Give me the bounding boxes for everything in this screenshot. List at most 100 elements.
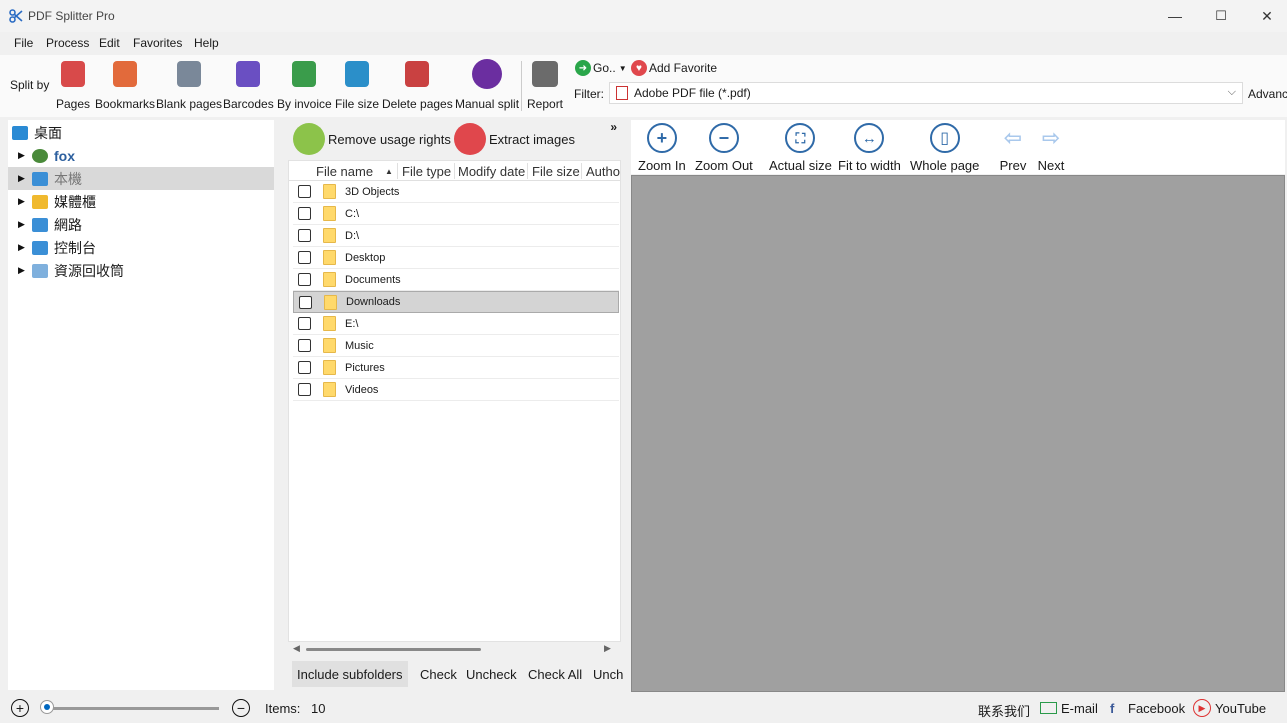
row-checkbox[interactable] [298, 339, 311, 352]
go-dropdown-button[interactable]: ➜ Go.. ▼ [575, 60, 627, 76]
expand-arrow-icon[interactable]: ▶ [18, 173, 28, 184]
expand-arrow-icon[interactable]: ▶ [18, 196, 28, 207]
expand-arrow-icon[interactable]: ▶ [18, 219, 28, 230]
filter-select[interactable]: Adobe PDF file (*.pdf) ⌵ [609, 82, 1243, 104]
tree-item-recycle-bin[interactable]: ▶ 資源回收筒 [8, 259, 274, 282]
expand-arrow-icon[interactable]: ▶ [18, 150, 28, 161]
column-divider[interactable] [397, 163, 398, 179]
split-by-invoice-button[interactable]: By invoice [277, 61, 332, 111]
advanced-button[interactable]: Advanc [1248, 87, 1287, 101]
split-pages-button[interactable]: Pages [56, 61, 90, 111]
table-row[interactable]: Videos [293, 379, 619, 401]
split-file-size-button[interactable]: File size [335, 61, 379, 111]
table-row[interactable]: Music [293, 335, 619, 357]
table-row[interactable]: Desktop [293, 247, 619, 269]
menu-help[interactable]: Help [194, 36, 219, 50]
split-barcodes-label: Barcodes [223, 97, 274, 111]
chevron-down-icon[interactable]: ⌵ [1228, 86, 1236, 99]
split-bookmarks-button[interactable]: Bookmarks [95, 61, 155, 111]
next-page-button[interactable]: ⇨ Next [1036, 123, 1066, 173]
menu-edit[interactable]: Edit [99, 36, 120, 50]
split-by-label: Split by [10, 78, 50, 92]
row-checkbox[interactable] [299, 295, 312, 309]
column-divider[interactable] [527, 163, 528, 179]
tree-item-libraries[interactable]: ▶ 媒體櫃 [8, 190, 274, 213]
check-button[interactable]: Check [420, 667, 457, 682]
prev-label: Prev [999, 158, 1027, 173]
maximize-button[interactable]: ☐ [1198, 0, 1244, 32]
table-row[interactable]: E:\ [293, 313, 619, 335]
zoom-out-button[interactable]: − Zoom Out [695, 123, 753, 173]
close-button[interactable]: ✕ [1244, 0, 1287, 32]
add-favorite-button[interactable]: ♥ Add Favorite [631, 60, 717, 76]
scroll-right-icon[interactable]: ▶ [604, 643, 611, 654]
row-checkbox[interactable] [298, 207, 311, 220]
minimize-button[interactable]: — [1152, 0, 1198, 32]
tree-item-network[interactable]: ▶ 網路 [8, 213, 274, 236]
pdf-preview-area[interactable] [631, 175, 1285, 692]
manual-split-button[interactable]: Manual split [455, 59, 519, 111]
menu-file[interactable]: File [14, 36, 33, 50]
scroll-left-icon[interactable]: ◀ [293, 643, 300, 654]
actual-size-button[interactable]: ⛶ Actual size [769, 123, 832, 173]
row-checkbox[interactable] [298, 317, 311, 330]
prev-page-button[interactable]: ⇦ Prev [998, 123, 1028, 173]
pdf-file-icon [616, 86, 628, 100]
zoom-out-icon[interactable]: − [232, 699, 250, 717]
column-divider[interactable] [581, 163, 582, 179]
column-file-name[interactable]: File name [316, 164, 373, 179]
horizontal-scrollbar[interactable]: ◀ ▶ [288, 640, 621, 658]
remove-usage-rights-button[interactable]: Remove usage rights [293, 123, 451, 155]
column-divider[interactable] [454, 163, 455, 179]
zoom-in-icon[interactable]: + [11, 699, 29, 717]
table-row[interactable]: D:\ [293, 225, 619, 247]
column-author[interactable]: Autho [586, 164, 620, 179]
whole-page-button[interactable]: ▯ Whole page [910, 123, 979, 173]
youtube-link[interactable]: YouTube [1215, 701, 1266, 716]
expand-arrow-icon[interactable]: ▶ [18, 242, 28, 253]
contact-us-link[interactable]: 联系我们 [978, 701, 1030, 720]
menu-process[interactable]: Process [46, 36, 89, 50]
expand-arrow-icon[interactable]: ▶ [18, 265, 28, 276]
menu-favorites[interactable]: Favorites [133, 36, 182, 50]
zoom-in-button[interactable]: + Zoom In [638, 123, 686, 173]
tree-item-desktop[interactable]: 桌面 [8, 121, 274, 144]
tree-item-label: 控制台 [54, 239, 96, 256]
recycle-bin-icon [32, 263, 48, 278]
uncheck-button[interactable]: Uncheck [466, 667, 517, 682]
row-checkbox[interactable] [298, 229, 311, 242]
table-row[interactable]: C:\ [293, 203, 619, 225]
column-file-type[interactable]: File type [402, 164, 451, 179]
menu-bar: File Process Edit Favorites Help [0, 33, 1287, 53]
delete-pages-button[interactable]: Delete pages [382, 61, 453, 111]
more-actions-icon[interactable]: » [610, 120, 617, 134]
tree-item-fox[interactable]: ▶ fox [8, 144, 274, 167]
check-all-button[interactable]: Check All [528, 667, 582, 682]
row-checkbox[interactable] [298, 251, 311, 264]
tree-item-control-panel[interactable]: ▶ 控制台 [8, 236, 274, 259]
table-row[interactable]: Documents [293, 269, 619, 291]
table-row[interactable]: Pictures [293, 357, 619, 379]
row-checkbox[interactable] [298, 383, 311, 396]
table-row-selected[interactable]: Downloads [293, 291, 619, 313]
column-file-size[interactable]: File size [532, 164, 580, 179]
fit-to-width-button[interactable]: ↔ Fit to width [838, 123, 901, 173]
uncheck-all-button[interactable]: Unch [593, 667, 623, 682]
facebook-link[interactable]: Facebook [1128, 701, 1185, 716]
report-button[interactable]: Report [527, 61, 563, 111]
column-modify-date[interactable]: Modify date [458, 164, 525, 179]
tree-item-this-pc[interactable]: ▶ 本機 [8, 167, 274, 190]
row-checkbox[interactable] [298, 361, 311, 374]
row-checkbox[interactable] [298, 273, 311, 286]
folder-icon [323, 250, 336, 265]
email-link[interactable]: E-mail [1061, 701, 1098, 716]
row-checkbox[interactable] [298, 185, 311, 198]
table-row[interactable]: 3D Objects [293, 181, 619, 203]
zoom-slider-handle[interactable] [40, 700, 54, 714]
scrollbar-thumb[interactable] [306, 648, 481, 651]
split-barcodes-button[interactable]: Barcodes [223, 61, 274, 111]
extract-images-button[interactable]: Extract images [454, 123, 575, 155]
zoom-slider-track[interactable] [42, 707, 219, 710]
split-blank-pages-button[interactable]: Blank pages [156, 61, 222, 111]
include-subfolders-toggle[interactable]: Include subfolders [292, 661, 408, 687]
